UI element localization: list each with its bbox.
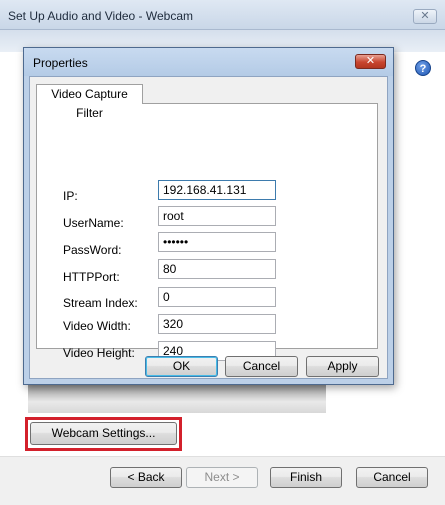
properties-title: Properties: [33, 56, 88, 70]
password-label: PassWord:: [63, 243, 122, 257]
username-field[interactable]: [158, 206, 276, 226]
ip-field[interactable]: [158, 180, 276, 200]
close-icon: ✕: [420, 10, 430, 22]
httpport-field[interactable]: [158, 259, 276, 279]
stream-index-label: Stream Index:: [63, 296, 138, 310]
finish-button[interactable]: Finish: [270, 467, 342, 488]
apply-button[interactable]: Apply: [306, 356, 379, 377]
dialog-cancel-button[interactable]: Cancel: [225, 356, 298, 377]
close-icon: ✕: [365, 55, 376, 67]
properties-dialog: Properties ✕ Video Capture Filter IP: Us…: [23, 47, 394, 385]
webcam-settings-button[interactable]: Webcam Settings...: [30, 422, 177, 445]
cancel-button[interactable]: Cancel: [356, 467, 428, 488]
password-field[interactable]: [158, 232, 276, 252]
video-width-label: Video Width:: [63, 319, 131, 333]
wizard-close-button[interactable]: ✕: [413, 9, 437, 24]
ok-button[interactable]: OK: [145, 356, 218, 377]
tab-video-capture-filter[interactable]: Video Capture Filter: [36, 84, 143, 120]
next-button[interactable]: Next >: [186, 467, 258, 488]
properties-title-bar: Properties ✕: [24, 48, 393, 76]
video-width-field[interactable]: [158, 314, 276, 334]
video-height-label: Video Height:: [63, 346, 135, 360]
help-icon[interactable]: ?: [415, 60, 431, 76]
username-label: UserName:: [63, 216, 124, 230]
help-icon-glyph: ?: [419, 63, 427, 75]
tab-page: IP: UserName: PassWord: HTTPPort: Stream…: [36, 103, 378, 361]
wizard-title-bar: Set Up Audio and Video - Webcam ✕: [0, 0, 445, 30]
ip-label: IP:: [63, 189, 78, 203]
back-button[interactable]: < Back: [110, 467, 182, 488]
properties-close-button[interactable]: ✕: [355, 54, 386, 69]
wizard-title: Set Up Audio and Video - Webcam: [8, 9, 194, 23]
httpport-label: HTTPPort:: [63, 270, 120, 284]
properties-client-area: Video Capture Filter IP: UserName: PassW…: [29, 76, 388, 379]
stream-index-field[interactable]: [158, 287, 276, 307]
webcam-preview: [28, 385, 326, 413]
